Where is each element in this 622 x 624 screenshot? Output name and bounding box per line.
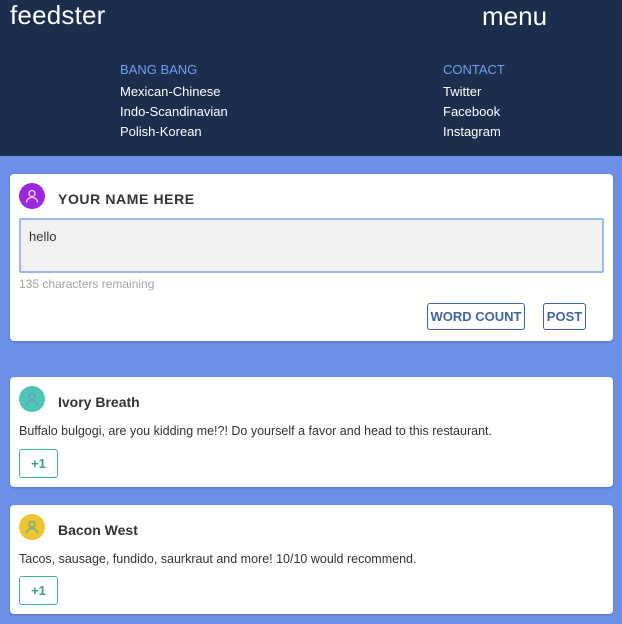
nav-column-contact: CONTACT Twitter Facebook Instagram: [443, 62, 505, 142]
nav-link-twitter[interactable]: Twitter: [443, 82, 505, 102]
post-text: Tacos, sausage, fundido, saurkraut and m…: [19, 552, 417, 566]
user-icon: [19, 183, 45, 209]
post-button[interactable]: POST: [543, 303, 586, 330]
compose-name: YOUR NAME HERE: [58, 191, 195, 207]
brand-logo[interactable]: feedster: [10, 0, 106, 31]
word-count-button[interactable]: WORD COUNT: [427, 303, 525, 330]
post-text: Buffalo bulgogi, are you kidding me!?! D…: [19, 424, 492, 438]
post-author: Bacon West: [58, 522, 138, 538]
post-card: Ivory Breath Buffalo bulgogi, are you ki…: [10, 377, 613, 487]
nav-link-indo-scandinavian[interactable]: Indo-Scandinavian: [120, 102, 228, 122]
nav-link-polish-korean[interactable]: Polish-Korean: [120, 122, 228, 142]
post-card: Bacon West Tacos, sausage, fundido, saur…: [10, 505, 613, 614]
post-textarea[interactable]: hello: [19, 218, 604, 273]
plus-one-button[interactable]: +1: [19, 449, 58, 478]
plus-one-button[interactable]: +1: [19, 576, 58, 605]
post-author: Ivory Breath: [58, 394, 140, 410]
nav-heading: BANG BANG: [120, 62, 198, 77]
compose-card: YOUR NAME HERE hello 135 characters rema…: [10, 174, 613, 341]
user-icon: [19, 514, 45, 540]
nav-link-instagram[interactable]: Instagram: [443, 122, 505, 142]
site-header: feedster menu BANG BANG Mexican-Chinese …: [0, 0, 622, 156]
user-icon: [19, 386, 45, 412]
nav-heading: CONTACT: [443, 62, 505, 77]
menu-button[interactable]: menu: [482, 1, 547, 32]
nav-link-facebook[interactable]: Facebook: [443, 102, 505, 122]
nav-link-mexican-chinese[interactable]: Mexican-Chinese: [120, 82, 228, 102]
characters-remaining: 135 characters remaining: [19, 277, 155, 291]
nav-column-bang-bang: BANG BANG Mexican-Chinese Indo-Scandinav…: [120, 62, 228, 142]
